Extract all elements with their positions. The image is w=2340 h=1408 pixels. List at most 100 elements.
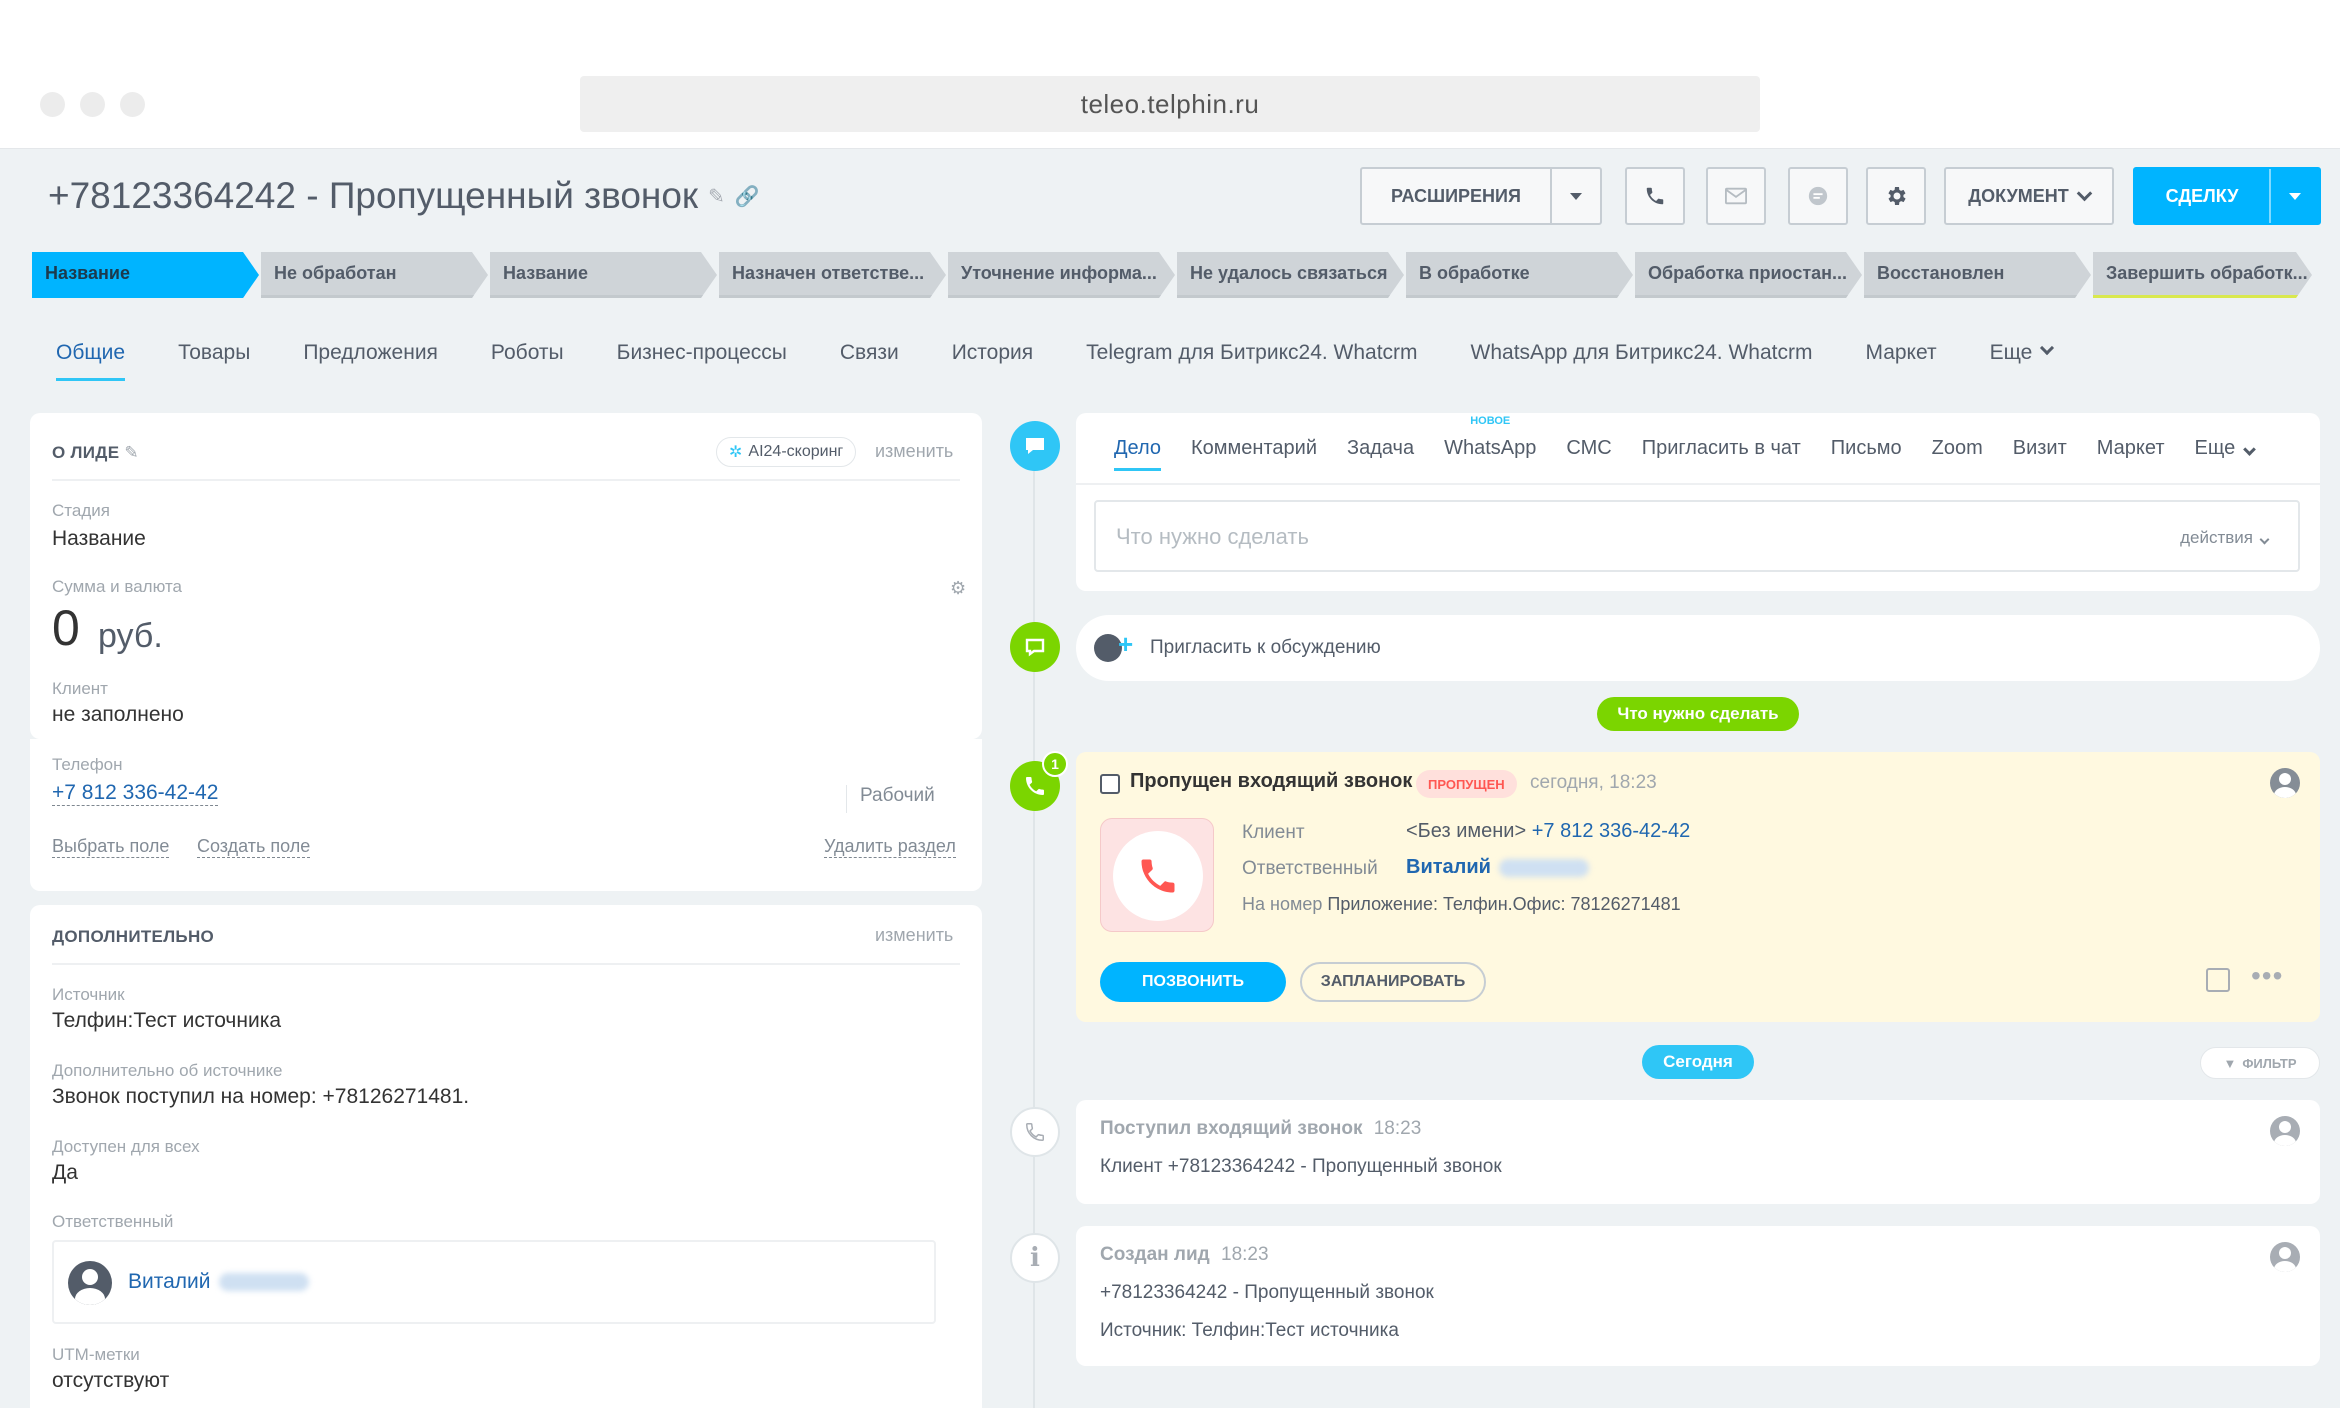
activity-tab-sms[interactable]: СМС bbox=[1566, 437, 1611, 471]
edit-pencil-icon[interactable]: ✎ bbox=[124, 443, 139, 462]
activity-tab-more[interactable]: Еще bbox=[2194, 437, 2257, 471]
activity-tab-task[interactable]: Задача bbox=[1347, 437, 1414, 471]
user-avatar-icon[interactable] bbox=[2270, 1116, 2300, 1146]
create-deal-dropdown[interactable] bbox=[2269, 169, 2319, 223]
chat-button[interactable] bbox=[1788, 167, 1848, 225]
activity-tab-comment[interactable]: Комментарий bbox=[1191, 437, 1317, 471]
ai-scoring-badge[interactable]: ✲ AI24-скоринг bbox=[716, 437, 857, 467]
stage-item[interactable]: Не обработан bbox=[261, 252, 488, 298]
tab-history[interactable]: История bbox=[952, 341, 1033, 381]
call-thumb bbox=[1100, 818, 1214, 932]
avatar bbox=[68, 1261, 112, 1305]
stage-item[interactable]: Назначен ответстве... bbox=[719, 252, 946, 298]
responsible-link[interactable]: Виталий bbox=[1406, 856, 1589, 879]
extensions-button[interactable]: РАСШИРЕНИЯ bbox=[1360, 167, 1602, 225]
missed-call-card: Пропущен входящий звонок ПРОПУЩЕН сегодн… bbox=[1076, 752, 2320, 1022]
chevron-down-icon bbox=[2076, 185, 2092, 201]
more-icon[interactable]: ••• bbox=[2251, 960, 2283, 992]
edit-lead-link[interactable]: изменить bbox=[875, 441, 953, 462]
activity-tab-more-label: Еще bbox=[2194, 437, 2236, 459]
envelope-icon bbox=[1725, 187, 1747, 205]
client-label: Клиент bbox=[52, 679, 108, 698]
actions-dropdown[interactable]: действия bbox=[2180, 528, 2270, 548]
user-avatar-icon[interactable] bbox=[2270, 1242, 2300, 1272]
page-title-text: +78123364242 - Пропущенный звонок bbox=[48, 175, 699, 216]
stage-item[interactable]: В обработке bbox=[1406, 252, 1633, 298]
number-line: На номер Приложение: Телфин.Офис: 781262… bbox=[1242, 894, 1681, 914]
discussion-node bbox=[1010, 622, 1060, 672]
phone-icon bbox=[1646, 187, 1664, 205]
close-window-dot[interactable] bbox=[40, 92, 65, 117]
activity-tab-visit[interactable]: Визит bbox=[2013, 437, 2067, 471]
address-bar[interactable]: teleo.telphin.ru bbox=[580, 76, 1760, 132]
call-back-button[interactable]: ПОЗВОНИТЬ bbox=[1100, 962, 1286, 1002]
utm-value: отсутствуют bbox=[52, 1369, 170, 1392]
create-field-link[interactable]: Создать поле bbox=[197, 836, 311, 858]
source-label: Источник bbox=[52, 985, 125, 1004]
call-button[interactable] bbox=[1625, 167, 1685, 225]
email-button[interactable] bbox=[1706, 167, 1766, 225]
history-node bbox=[1010, 1107, 1060, 1157]
user-avatar-icon[interactable] bbox=[2270, 768, 2300, 798]
maximize-window-dot[interactable] bbox=[120, 92, 145, 117]
phone-label: Телефон bbox=[52, 755, 123, 774]
tab-business-processes[interactable]: Бизнес-процессы bbox=[617, 341, 787, 381]
edit-title-icon[interactable]: ✎ bbox=[708, 184, 725, 209]
todo-input[interactable]: Что нужно сделать действия bbox=[1094, 500, 2300, 572]
history-text: +78123364242 - Пропущенный звонок bbox=[1100, 1282, 1434, 1303]
activity-tab-email[interactable]: Письмо bbox=[1831, 437, 1902, 471]
schedule-button[interactable]: ЗАПЛАНИРОВАТЬ bbox=[1300, 962, 1486, 1002]
lead-info-card: О ЛИДЕ ✎ ✲ AI24-скоринг изменить Стадия … bbox=[30, 413, 982, 739]
settings-button[interactable] bbox=[1866, 167, 1926, 225]
complete-checkbox[interactable] bbox=[1100, 774, 1120, 794]
select-field-link[interactable]: Выбрать поле bbox=[52, 836, 170, 858]
tab-whatsapp[interactable]: WhatsApp для Битрикс24. Whatcrm bbox=[1471, 341, 1813, 381]
tab-products[interactable]: Товары bbox=[178, 341, 250, 381]
tab-general[interactable]: Общие bbox=[56, 341, 126, 381]
invite-discussion[interactable]: + Пригласить к обсуждению bbox=[1076, 615, 2320, 681]
tab-more[interactable]: Еще bbox=[1989, 340, 2055, 381]
gear-icon[interactable]: ⚙ bbox=[950, 578, 966, 599]
activity-tab-whatsapp[interactable]: НОВОЕ WhatsApp bbox=[1444, 415, 1536, 471]
tab-offers[interactable]: Предложения bbox=[303, 341, 438, 381]
stage-item[interactable]: Не удалось связаться bbox=[1177, 252, 1404, 298]
activity-tab-invite-chat[interactable]: Пригласить в чат bbox=[1642, 437, 1801, 471]
activity-tab-market[interactable]: Маркет bbox=[2097, 437, 2165, 471]
chevron-down-icon bbox=[2243, 443, 2257, 456]
responsible-name[interactable]: Виталий bbox=[128, 1270, 309, 1294]
create-deal-button[interactable]: СДЕЛКУ bbox=[2133, 167, 2321, 225]
stage-item[interactable]: Обработка приостан... bbox=[1635, 252, 1862, 298]
minimize-window-dot[interactable] bbox=[80, 92, 105, 117]
stage-item[interactable]: Завершить обработк... bbox=[2093, 252, 2312, 298]
stage-item[interactable]: Название bbox=[32, 252, 259, 298]
stage-item[interactable]: Название bbox=[490, 252, 717, 298]
tab-market[interactable]: Маркет bbox=[1865, 341, 1936, 381]
responsible-box[interactable]: Виталий bbox=[52, 1240, 936, 1324]
activity-tab-deal[interactable]: Дело bbox=[1114, 437, 1162, 471]
edit-extra-link[interactable]: изменить bbox=[875, 925, 953, 946]
comment-icon bbox=[1025, 638, 1045, 657]
activity-tab-zoom[interactable]: Zoom bbox=[1932, 437, 1983, 471]
tab-more-label: Еще bbox=[1989, 341, 2033, 364]
gear-icon bbox=[1888, 187, 1906, 205]
counter-badge: 1 bbox=[1042, 751, 1068, 777]
delete-section-link[interactable]: Удалить раздел bbox=[824, 836, 956, 858]
copy-link-icon[interactable]: 🔗 bbox=[735, 184, 760, 209]
tab-robots[interactable]: Роботы bbox=[491, 341, 564, 381]
tab-telegram[interactable]: Telegram для Битрикс24. Whatcrm bbox=[1086, 341, 1417, 381]
phone-link[interactable]: +7 812 336-42-42 bbox=[52, 781, 219, 806]
activity-node bbox=[1010, 421, 1060, 471]
stage-item[interactable]: Восстановлен bbox=[1864, 252, 2091, 298]
document-button[interactable]: ДОКУМЕНТ bbox=[1944, 167, 2114, 225]
note-icon[interactable] bbox=[2206, 968, 2230, 992]
missed-call-title: Пропущен входящий звонок bbox=[1130, 770, 1413, 792]
client-phone-link[interactable]: +7 812 336-42-42 bbox=[1532, 820, 1690, 842]
client-label: Клиент bbox=[1242, 822, 1305, 843]
extensions-dropdown[interactable] bbox=[1550, 169, 1600, 223]
stage-item[interactable]: Уточнение информа... bbox=[948, 252, 1175, 298]
missed-call-time: сегодня, 18:23 bbox=[1530, 772, 1657, 793]
tab-links[interactable]: Связи bbox=[840, 341, 899, 381]
new-badge: НОВОЕ bbox=[1470, 415, 1511, 427]
filter-button[interactable]: ▼ ФИЛЬТР bbox=[2200, 1047, 2320, 1079]
invite-label: Пригласить к обсуждению bbox=[1150, 637, 1381, 658]
